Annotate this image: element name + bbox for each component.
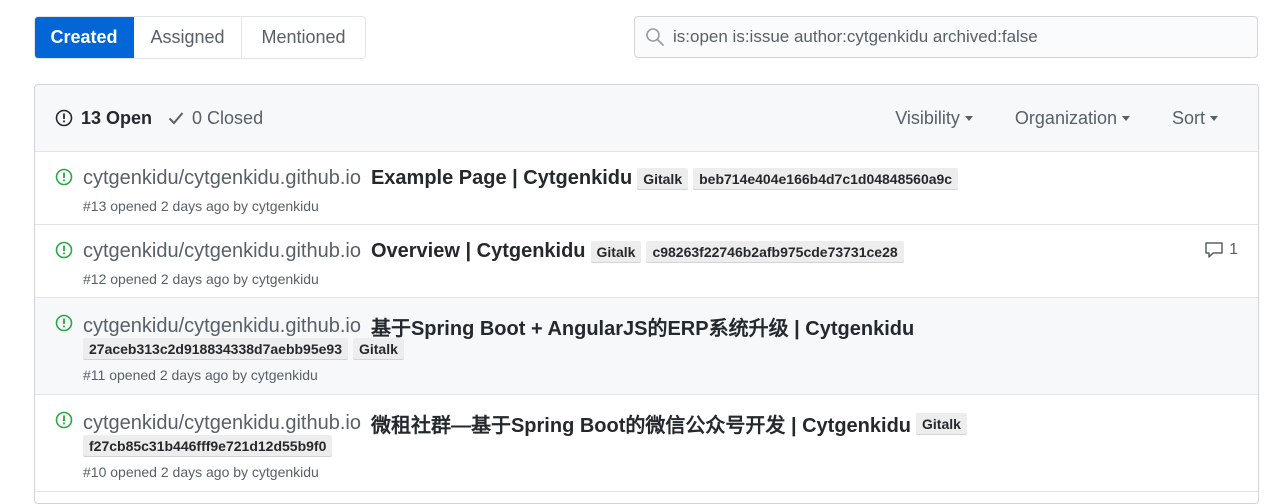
issue-opened-icon xyxy=(55,241,73,259)
closed-issues-toggle[interactable]: 0 Closed xyxy=(168,108,263,129)
organization-label: Organization xyxy=(1014,108,1117,128)
filter-dropdowns: Visibility Organization Sort xyxy=(895,85,1258,152)
issue-meta: #10 opened 2 days ago by cytgenkidu xyxy=(83,464,319,480)
caret-down-icon xyxy=(1121,116,1130,121)
sort-dropdown[interactable]: Sort xyxy=(1172,108,1218,129)
visibility-dropdown[interactable]: Visibility xyxy=(895,108,973,129)
issue-label[interactable]: 27aceb313c2d918834338d7aebb95e93 xyxy=(83,338,348,360)
comment-icon xyxy=(1205,242,1223,258)
issue-repo-link[interactable]: cytgenkidu/cytgenkidu.github.io xyxy=(83,315,361,338)
tab-created[interactable]: Created xyxy=(35,17,134,58)
issue-repo-link[interactable]: cytgenkidu/cytgenkidu.github.io xyxy=(83,412,361,435)
issue-repo-link[interactable]: cytgenkidu/cytgenkidu.github.io xyxy=(83,167,361,190)
issue-row[interactable]: cytgenkidu/cytgenkidu.github.io 微租社群—基于S… xyxy=(35,395,1258,492)
issue-title-link[interactable]: Overview | Cytgenkidu xyxy=(371,240,586,263)
search-box[interactable] xyxy=(634,16,1258,58)
organization-dropdown[interactable]: Organization xyxy=(1015,108,1130,129)
caret-down-icon xyxy=(964,116,973,121)
comments-link[interactable]: 1 xyxy=(1204,241,1238,259)
issue-repo-link[interactable]: cytgenkidu/cytgenkidu.github.io xyxy=(83,240,361,263)
issue-row[interactable]: cytgenkidu/cytgenkidu.github.io Example … xyxy=(35,152,1258,225)
comment-count: 1 xyxy=(1229,241,1238,258)
sort-label: Sort xyxy=(1171,108,1205,128)
issue-opened-icon xyxy=(55,168,73,186)
issue-label[interactable]: f27cb85c31b446fff9e721d12d55b9f0 xyxy=(83,435,333,457)
tab-mentioned[interactable]: Mentioned xyxy=(242,17,365,58)
issue-opened-icon xyxy=(55,314,73,332)
issue-meta: #13 opened 2 days ago by cytgenkidu xyxy=(83,198,319,214)
caret-down-icon xyxy=(1210,116,1218,121)
issue-opened-icon xyxy=(55,109,73,127)
issue-label[interactable]: Gitalk xyxy=(590,240,642,263)
issues-list-header: 13 Open 0 Closed Visibility Organization… xyxy=(35,85,1258,152)
issue-label[interactable]: beb714e404e166b4d7c1d04848560a9c xyxy=(693,167,959,190)
issue-row[interactable]: cytgenkidu/cytgenkidu.github.io Overview… xyxy=(35,225,1258,298)
issue-row[interactable]: cytgenkidu/cytgenkidu.github.io 基于Spring… xyxy=(35,298,1258,395)
issue-label[interactable]: c98263f22746b2afb975cde73731ce28 xyxy=(646,240,904,263)
open-count: 13 Open xyxy=(81,107,153,128)
issue-opened-icon xyxy=(55,411,73,429)
issue-title-link[interactable]: Example Page | Cytgenkidu xyxy=(371,167,632,190)
check-icon xyxy=(168,112,184,125)
search-icon xyxy=(646,28,664,46)
issue-meta: #11 opened 2 days ago by cytgenkidu xyxy=(83,367,318,383)
issue-filter-tabs: Created Assigned Mentioned xyxy=(34,16,366,59)
issue-meta: #12 opened 2 days ago by cytgenkidu xyxy=(83,271,319,287)
search-input[interactable] xyxy=(673,27,1233,47)
issue-title-link[interactable]: 基于Spring Boot + AngularJS的ERP系统升级 | Cytg… xyxy=(371,312,914,341)
issues-list: 13 Open 0 Closed Visibility Organization… xyxy=(34,84,1259,504)
closed-count: 0 Closed xyxy=(192,107,264,128)
issue-label[interactable]: Gitalk xyxy=(352,338,404,360)
issue-label[interactable]: Gitalk xyxy=(916,412,967,435)
tab-assigned[interactable]: Assigned xyxy=(134,17,242,58)
issue-title-link[interactable]: 微租社群—基于Spring Boot的微信公众号开发 | Cytgenkidu xyxy=(371,409,911,438)
visibility-label: Visibility xyxy=(895,108,960,128)
open-issues-toggle[interactable]: 13 Open xyxy=(55,108,152,129)
issue-label[interactable]: Gitalk xyxy=(637,167,689,190)
